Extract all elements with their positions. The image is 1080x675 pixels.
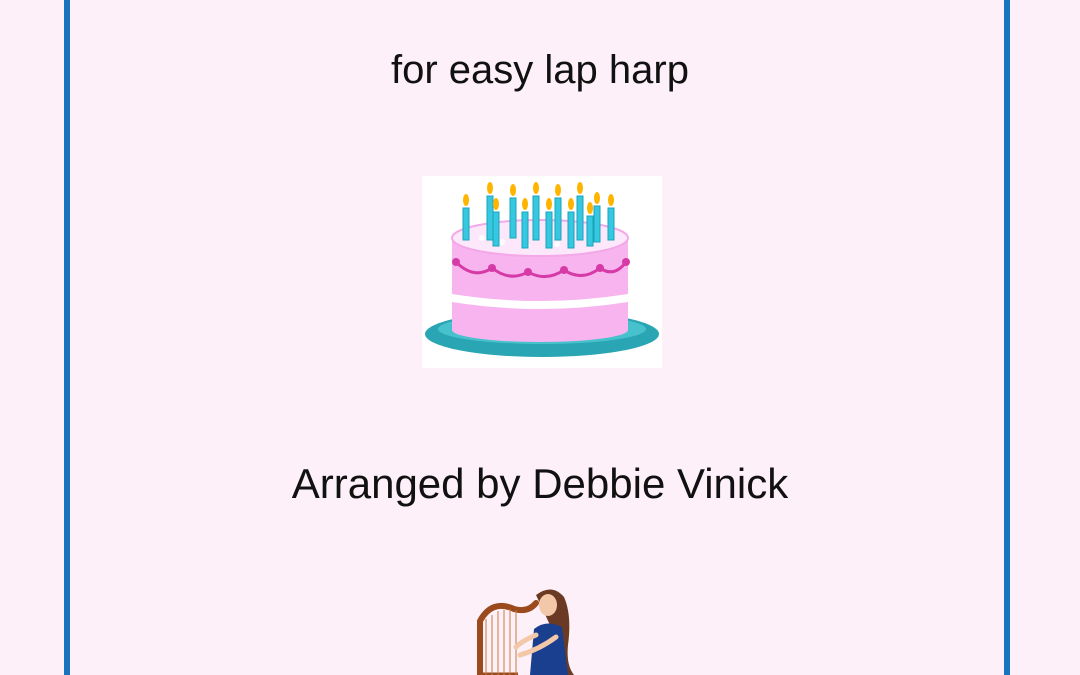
- cover-page: for easy lap harp Arranged by Debbie Vin…: [0, 0, 1080, 675]
- arranger-credit: Arranged by Debbie Vinick: [291, 460, 789, 507]
- cake-icon: [425, 182, 659, 357]
- subtitle: for easy lap harp: [391, 48, 689, 92]
- birthday-cake-illustration: [422, 176, 662, 368]
- harpist-illustration: [470, 585, 582, 675]
- harp-player-icon: [477, 589, 574, 675]
